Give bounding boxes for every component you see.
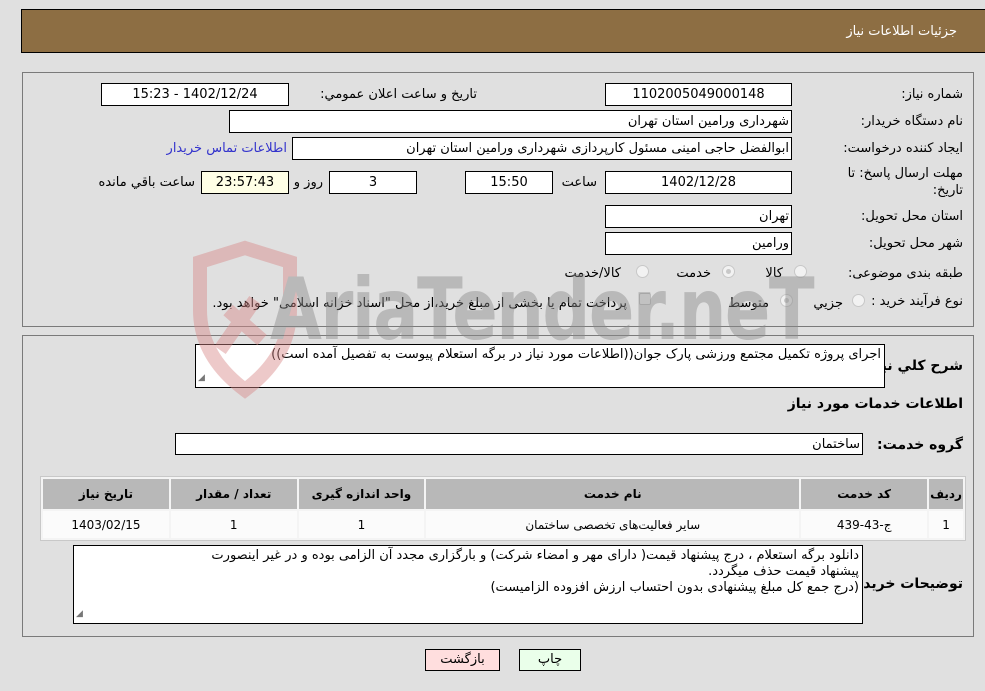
process-type-label: نوع فرآيند خريد :: [871, 294, 963, 309]
cell-need-date: 1403/02/15: [43, 511, 169, 538]
cell-unit: 1: [298, 511, 425, 538]
cell-service-name: سایر فعالیت‌های تخصصی ساختمان: [426, 511, 800, 538]
need-number-label: شماره نیاز:: [901, 87, 963, 102]
deadline-date-field: 1402/12/28: [605, 171, 792, 194]
summary-text: اجرای پروژه تکمیل مجتمع ورزشی پارک جوان(…: [271, 347, 881, 362]
need-number-field: 1102005049000148: [605, 83, 792, 106]
category-label: طبقه بندی موضوعی:: [847, 266, 963, 281]
cell-quantity: 1: [170, 511, 297, 538]
deadline-time-label: ساعت: [561, 175, 597, 190]
resize-grip-icon[interactable]: ◢: [76, 606, 83, 622]
table-header-row: رديف کد خدمت نام خدمت واحد اندازه گيری ت…: [43, 479, 963, 509]
buyer-notes-textarea[interactable]: دانلود برگه استعلام ، درج پیشنهاد قیمت( …: [73, 545, 863, 624]
deadline-label: مهلت ارسال پاسخ: تا تاریخ:: [847, 166, 963, 198]
col-service-name: نام خدمت: [426, 479, 800, 509]
col-service-code: کد خدمت: [801, 479, 928, 509]
category-goods-service-radio[interactable]: [636, 265, 649, 278]
buyer-notes-line-1: دانلود برگه استعلام ، درج پیشنهاد قیمت( …: [211, 548, 859, 563]
announce-date-label: تاريخ و ساعت اعلان عمومي:: [320, 87, 477, 102]
service-group-label: گروه خدمت:: [877, 437, 963, 453]
col-need-date: تاريخ نياز: [43, 479, 169, 509]
buyer-org-field: شهرداری ورامین استان تهران: [229, 110, 792, 133]
category-goods-radio[interactable]: [794, 265, 807, 278]
province-label: استان محل تحويل:: [861, 209, 963, 224]
days-label: روز و: [293, 175, 323, 190]
category-goods-label: کالا: [765, 266, 783, 281]
table-row: 1 ج-43-439 سایر فعالیت‌های تخصصی ساختمان…: [43, 511, 963, 538]
remaining-time-field: 23:57:43: [201, 171, 289, 194]
cell-service-code: ج-43-439: [801, 511, 928, 538]
city-field: ورامین: [605, 232, 792, 255]
category-service-radio[interactable]: [722, 265, 735, 278]
treasury-note: پرداخت تمام يا بخشی از مبلغ خريد،از محل …: [212, 296, 627, 311]
resize-grip-icon[interactable]: ◢: [198, 370, 205, 386]
need-details-panel: شماره نیاز: 1102005049000148 تاريخ و ساع…: [22, 72, 974, 327]
buyer-notes-line-2: پیشنهاد قیمت حذف میگردد.: [708, 564, 859, 579]
buyer-org-label: نام دستگاه خريدار:: [860, 114, 963, 129]
col-unit: واحد اندازه گيری: [298, 479, 425, 509]
col-row-number: رديف: [929, 479, 963, 509]
process-minor-label: جزيي: [813, 296, 843, 311]
buyer-notes-line-3: (درج جمع کل مبلغ پیشنهادی بدون احتساب ار…: [490, 580, 859, 595]
page-header: جزئیات اطلاعات نیاز: [21, 9, 985, 53]
process-medium-label: متوسط: [728, 296, 769, 311]
buyer-contact-link[interactable]: اطلاعات تماس خريدار: [167, 141, 287, 156]
treasury-checkbox[interactable]: [639, 293, 651, 305]
back-button[interactable]: بازگشت: [425, 649, 500, 671]
services-panel: شرح کلي نياز: اجرای پروژه تکمیل مجتمع ور…: [22, 335, 974, 637]
announce-date-field: 1402/12/24 - 15:23: [101, 83, 289, 106]
creator-field: ابوالفضل حاجی امینی مسئول کارپردازی شهرد…: [292, 137, 792, 160]
cell-row-number: 1: [929, 511, 963, 538]
category-goods-service-label: کالا/خدمت: [564, 266, 621, 281]
process-medium-radio[interactable]: [780, 294, 793, 307]
col-quantity: تعداد / مقدار: [170, 479, 297, 509]
remaining-label: ساعت باقي مانده: [98, 175, 195, 190]
page-title: جزئیات اطلاعات نیاز: [846, 24, 957, 39]
creator-label: ايجاد کننده درخواست:: [843, 141, 963, 156]
services-table: رديف کد خدمت نام خدمت واحد اندازه گيری ت…: [40, 476, 966, 541]
city-label: شهر محل تحويل:: [868, 236, 963, 251]
process-minor-radio[interactable]: [852, 294, 865, 307]
summary-textarea[interactable]: اجرای پروژه تکمیل مجتمع ورزشی پارک جوان(…: [195, 344, 885, 388]
province-field: تهران: [605, 205, 792, 228]
deadline-time-field: 15:50: [465, 171, 553, 194]
services-heading: اطلاعات خدمات مورد نياز: [787, 396, 963, 412]
service-group-field: ساختمان: [175, 433, 863, 455]
category-service-label: خدمت: [676, 266, 711, 281]
days-field: 3: [329, 171, 417, 194]
print-button[interactable]: چاپ: [519, 649, 581, 671]
